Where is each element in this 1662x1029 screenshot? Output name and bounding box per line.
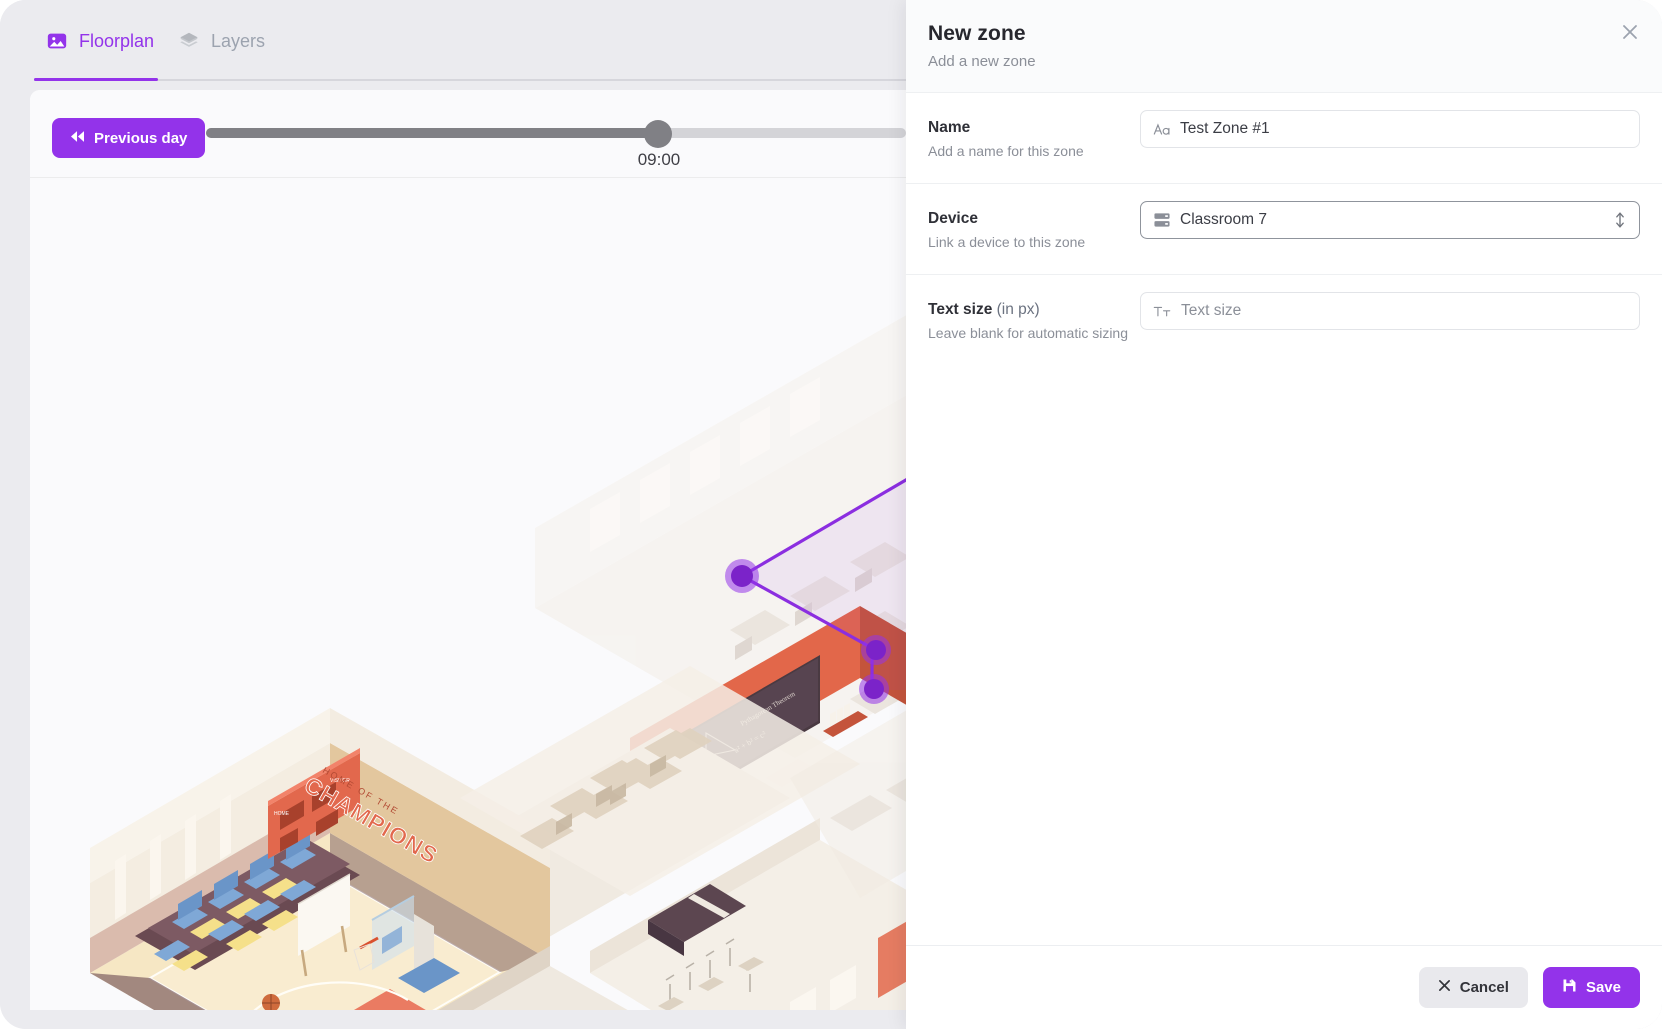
field-row-device: Device Link a device to this zone Classr… bbox=[906, 184, 1662, 275]
time-slider-fill bbox=[206, 128, 658, 138]
text-size-field-label: Text size (in px) bbox=[928, 301, 1040, 319]
app-window: Floorplan Layers Previous day 09:00 Pyth… bbox=[0, 0, 1662, 1029]
tab-layers[interactable]: Layers bbox=[178, 30, 265, 52]
server-icon bbox=[1153, 212, 1171, 228]
tab-bar: Floorplan Layers bbox=[0, 0, 962, 82]
rewind-icon bbox=[70, 130, 85, 147]
text-size-label-suffix: (in px) bbox=[996, 301, 1040, 318]
tab-layers-label: Layers bbox=[211, 30, 266, 51]
time-slider[interactable]: 09:00 bbox=[206, 120, 906, 176]
tab-active-indicator bbox=[34, 78, 158, 81]
field-row-name: Name Add a name for this zone Test Zone … bbox=[906, 93, 1662, 184]
new-zone-panel: New zone Add a new zone Name Add a name … bbox=[906, 0, 1662, 1029]
text-size-icon bbox=[1153, 304, 1172, 319]
floorplan-panel: Previous day 09:00 Pythagorean Theorem H… bbox=[30, 90, 962, 1010]
floppy-disk-icon bbox=[1562, 978, 1577, 997]
save-label: Save bbox=[1585, 979, 1621, 996]
close-panel-button[interactable] bbox=[1616, 19, 1644, 47]
close-icon bbox=[1621, 23, 1639, 44]
text-size-label-main: Text size bbox=[928, 301, 993, 318]
floorplan-canvas[interactable]: Pythagorean Theorem a² + b² = c² bbox=[30, 178, 962, 1010]
device-field-help: Link a device to this zone bbox=[928, 234, 1086, 250]
name-input-value: Test Zone #1 bbox=[1180, 120, 1270, 137]
image-icon bbox=[46, 30, 68, 52]
cancel-label: Cancel bbox=[1459, 979, 1509, 996]
x-icon bbox=[1438, 979, 1451, 996]
main-content-area: Floorplan Layers Previous day 09:00 Pyth… bbox=[0, 0, 962, 1029]
up-down-chevron-icon[interactable] bbox=[1613, 210, 1627, 230]
scoreboard-home-label: HOME bbox=[274, 811, 290, 817]
previous-day-label: Previous day bbox=[94, 129, 188, 147]
field-row-text-size: Text size (in px) Leave blank for automa… bbox=[906, 275, 1662, 366]
cancel-button[interactable]: Cancel bbox=[1418, 967, 1528, 1008]
tab-floorplan-label: Floorplan bbox=[79, 30, 155, 51]
text-size-input-placeholder: Text size bbox=[1181, 302, 1242, 319]
name-field-help: Add a name for this zone bbox=[928, 143, 1084, 159]
panel-footer: Cancel Save bbox=[906, 945, 1662, 1029]
panel-header: New zone Add a new zone bbox=[906, 0, 1662, 93]
floorplan-illustration: Pythagorean Theorem a² + b² = c² bbox=[30, 178, 962, 1010]
timeline-toolbar: Previous day 09:00 bbox=[30, 90, 962, 178]
layers-icon bbox=[178, 30, 200, 52]
tab-floorplan[interactable]: Floorplan bbox=[46, 30, 154, 52]
tab-bar-divider bbox=[34, 79, 962, 81]
device-select[interactable]: Classroom 7 bbox=[1140, 201, 1640, 239]
time-slider-value: 09:00 bbox=[637, 150, 681, 169]
time-slider-thumb[interactable] bbox=[644, 120, 672, 148]
device-field-label: Device bbox=[928, 210, 978, 227]
device-select-value: Classroom 7 bbox=[1180, 211, 1267, 228]
save-button[interactable]: Save bbox=[1542, 967, 1640, 1008]
text-case-icon bbox=[1153, 122, 1171, 137]
panel-title: New zone bbox=[928, 22, 1026, 45]
panel-subtitle: Add a new zone bbox=[928, 53, 1036, 70]
text-size-input[interactable]: Text size bbox=[1140, 292, 1640, 330]
previous-day-button[interactable]: Previous day bbox=[52, 118, 206, 158]
name-input[interactable]: Test Zone #1 bbox=[1140, 110, 1640, 148]
text-size-field-help: Leave blank for automatic sizing bbox=[928, 325, 1128, 341]
name-field-label: Name bbox=[928, 119, 971, 136]
